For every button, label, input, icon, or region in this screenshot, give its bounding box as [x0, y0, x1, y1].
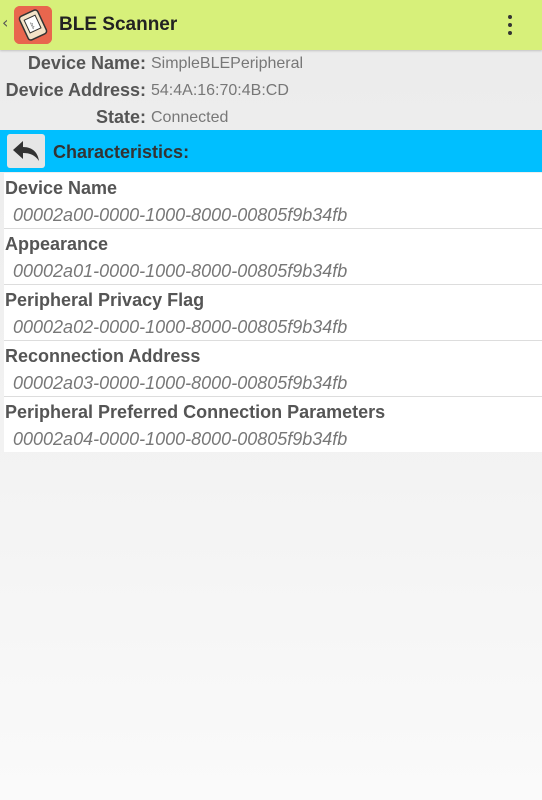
characteristic-name: Peripheral Privacy Flag — [5, 290, 205, 310]
device-name-label: Device Name: — [27, 53, 146, 73]
device-address-label: Device Address: — [5, 80, 146, 100]
chevron-left-icon[interactable]: ‹ — [2, 13, 8, 32]
list-item[interactable]: Reconnection Address 00002a03-0000-1000-… — [4, 341, 542, 397]
overflow-menu-icon[interactable] — [498, 10, 522, 40]
app-bar: ‹ ᛒ BLE Scanner — [0, 0, 542, 50]
characteristic-uuid: 00002a02-0000-1000-8000-00805f9b34fb — [13, 317, 348, 337]
characteristic-name: Appearance — [5, 234, 109, 254]
state-value: Connected — [151, 109, 229, 126]
device-address-value: 54:4A:16:70:4B:CD — [151, 82, 289, 99]
characteristic-uuid: 00002a03-0000-1000-8000-00805f9b34fb — [13, 373, 348, 393]
reply-arrow-icon — [13, 141, 39, 161]
list-item[interactable]: Appearance 00002a01-0000-1000-8000-00805… — [4, 229, 542, 285]
list-item[interactable]: Peripheral Preferred Connection Paramete… — [4, 397, 542, 452]
characteristic-name: Peripheral Preferred Connection Paramete… — [5, 402, 386, 422]
characteristics-title: Characteristics: — [53, 142, 190, 162]
state-label: State: — [95, 107, 146, 127]
list-item[interactable]: Peripheral Privacy Flag 00002a02-0000-10… — [4, 285, 542, 341]
characteristics-header: Characteristics: — [0, 130, 542, 172]
device-name-row: Device Name: SimpleBLEPeripheral — [0, 53, 542, 79]
ble-scanner-app-icon[interactable]: ᛒ — [14, 6, 52, 44]
characteristics-list: Device Name 00002a00-0000-1000-8000-0080… — [4, 173, 542, 452]
device-address-row: Device Address: 54:4A:16:70:4B:CD — [0, 80, 542, 106]
characteristic-uuid: 00002a04-0000-1000-8000-00805f9b34fb — [13, 429, 348, 449]
characteristic-name: Device Name — [5, 178, 118, 198]
app-title: BLE Scanner — [59, 14, 178, 35]
characteristic-name: Reconnection Address — [5, 346, 201, 366]
device-name-value: SimpleBLEPeripheral — [151, 55, 304, 72]
characteristic-uuid: 00002a01-0000-1000-8000-00805f9b34fb — [13, 261, 348, 281]
characteristic-uuid: 00002a00-0000-1000-8000-00805f9b34fb — [13, 205, 348, 225]
back-button[interactable] — [7, 134, 45, 168]
list-item[interactable]: Device Name 00002a00-0000-1000-8000-0080… — [4, 173, 542, 229]
